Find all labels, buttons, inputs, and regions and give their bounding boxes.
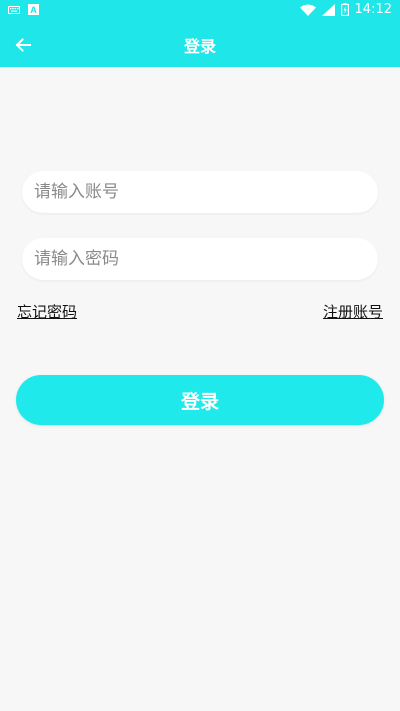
- status-bar: A 14:12: [0, 0, 400, 22]
- status-right-icons: 14:12: [299, 2, 392, 17]
- app-bar: 登录: [0, 22, 400, 67]
- wifi-icon: [299, 4, 316, 16]
- account-input[interactable]: [22, 171, 378, 213]
- account-field-container: [22, 171, 378, 213]
- svg-text:A: A: [30, 5, 37, 15]
- password-field-container: [22, 238, 378, 280]
- status-left-icons: A: [8, 4, 39, 15]
- signal-icon: [321, 3, 335, 16]
- page-title: 登录: [183, 37, 216, 56]
- login-button[interactable]: 登录: [16, 375, 384, 425]
- register-link[interactable]: 注册账号: [323, 301, 383, 322]
- keyboard-icon: [8, 5, 20, 14]
- font-icon: A: [28, 4, 39, 15]
- password-input[interactable]: [22, 238, 378, 280]
- status-time: 14:12: [354, 2, 392, 17]
- forgot-password-link[interactable]: 忘记密码: [17, 301, 77, 322]
- battery-icon: [340, 3, 349, 16]
